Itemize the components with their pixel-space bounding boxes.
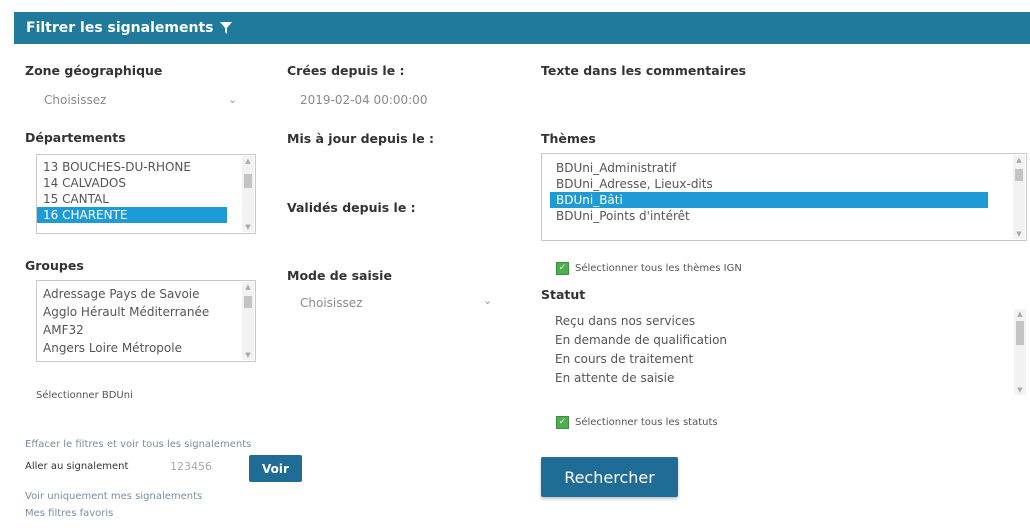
- departements-scrollbar[interactable]: ▲ ▼: [242, 156, 254, 232]
- search-button[interactable]: Rechercher: [541, 457, 678, 497]
- goto-label: Aller au signalement: [25, 461, 129, 472]
- groupes-label: Groupes: [25, 258, 84, 273]
- select-all-themes-label: Sélectionner tous les thèmes IGN: [575, 263, 742, 274]
- groupes-scrollbar[interactable]: ▲ ▼: [242, 282, 254, 360]
- goto-input[interactable]: 123456: [170, 460, 212, 473]
- groupe-option[interactable]: AMF32: [37, 321, 255, 339]
- select-bduni-link[interactable]: Sélectionner BDUni: [36, 390, 133, 401]
- groupe-option[interactable]: Agglo Hérault Méditerranée: [37, 303, 255, 321]
- created-date-input[interactable]: 2019-02-04 00:00:00: [300, 93, 427, 107]
- departement-option[interactable]: 14 CALVADOS: [37, 175, 255, 191]
- voir-button[interactable]: Voir: [249, 455, 302, 482]
- checkbox-checked-icon[interactable]: ✓: [556, 262, 569, 275]
- theme-option[interactable]: BDUni_Administratif: [550, 160, 1026, 176]
- created-label: Crées depuis le :: [287, 63, 405, 78]
- validated-label: Validés depuis le :: [287, 200, 416, 215]
- mode-chevron-down-icon[interactable]: ⌄: [483, 294, 492, 307]
- clear-filters-link[interactable]: Effacer le filtres et voir tous les sign…: [25, 439, 251, 450]
- statut-option[interactable]: Reçu dans nos services: [549, 312, 1027, 331]
- departement-option[interactable]: 15 CANTAL: [37, 191, 255, 207]
- statut-scrollbar[interactable]: ▲ ▼: [1014, 309, 1026, 395]
- themes-scrollbar[interactable]: ▲ ▼: [1013, 155, 1025, 239]
- departements-listbox[interactable]: 13 BOUCHES-DU-RHONE 14 CALVADOS 15 CANTA…: [36, 154, 256, 234]
- groupe-option[interactable]: Angers Loire Métropole: [37, 339, 255, 357]
- departement-option-selected[interactable]: 16 CHARENTE: [37, 207, 227, 223]
- statut-listbox[interactable]: Reçu dans nos services En demande de qua…: [545, 308, 1027, 396]
- zone-label: Zone géographique: [25, 63, 163, 78]
- only-mine-link[interactable]: Voir uniquement mes signalements: [25, 491, 202, 502]
- zone-chevron-down-icon[interactable]: ⌄: [228, 93, 237, 106]
- groupe-option[interactable]: Adressage Pays de Savoie: [37, 285, 255, 303]
- filter-title: Filtrer les signalements: [26, 20, 214, 36]
- filter-funnel-icon: [219, 21, 233, 35]
- mode-label: Mode de saisie: [287, 268, 392, 283]
- comments-label: Texte dans les commentaires: [541, 63, 747, 78]
- filter-panel-header: Filtrer les signalements: [14, 12, 1030, 44]
- zone-select[interactable]: Choisissez: [44, 93, 106, 107]
- theme-option-selected[interactable]: BDUni_Bâti: [550, 192, 988, 208]
- themes-label: Thèmes: [541, 131, 596, 146]
- departements-label: Départements: [25, 130, 126, 145]
- statut-option[interactable]: En demande de qualification: [549, 331, 1027, 350]
- theme-option[interactable]: BDUni_Points d'intérêt: [550, 208, 1026, 224]
- statut-option[interactable]: En cours de traitement: [549, 350, 1027, 369]
- themes-listbox[interactable]: BDUni_Administratif BDUni_Adresse, Lieux…: [541, 153, 1027, 241]
- updated-label: Mis à jour depuis le :: [287, 131, 435, 146]
- statut-label: Statut: [541, 287, 586, 302]
- mode-select[interactable]: Choisissez: [300, 296, 362, 310]
- theme-option[interactable]: BDUni_Adresse, Lieux-dits: [550, 176, 1026, 192]
- select-all-statuts-label: Sélectionner tous les statuts: [575, 417, 718, 428]
- groupes-listbox[interactable]: Adressage Pays de Savoie Agglo Hérault M…: [36, 280, 256, 362]
- my-filters-link[interactable]: Mes filtres favoris: [25, 508, 113, 519]
- statut-option[interactable]: En attente de saisie: [549, 369, 1027, 388]
- departement-option[interactable]: 13 BOUCHES-DU-RHONE: [37, 159, 255, 175]
- select-all-themes-row[interactable]: ✓ Sélectionner tous les thèmes IGN: [556, 262, 742, 275]
- select-all-statuts-row[interactable]: ✓ Sélectionner tous les statuts: [556, 416, 718, 429]
- checkbox-checked-icon[interactable]: ✓: [556, 416, 569, 429]
